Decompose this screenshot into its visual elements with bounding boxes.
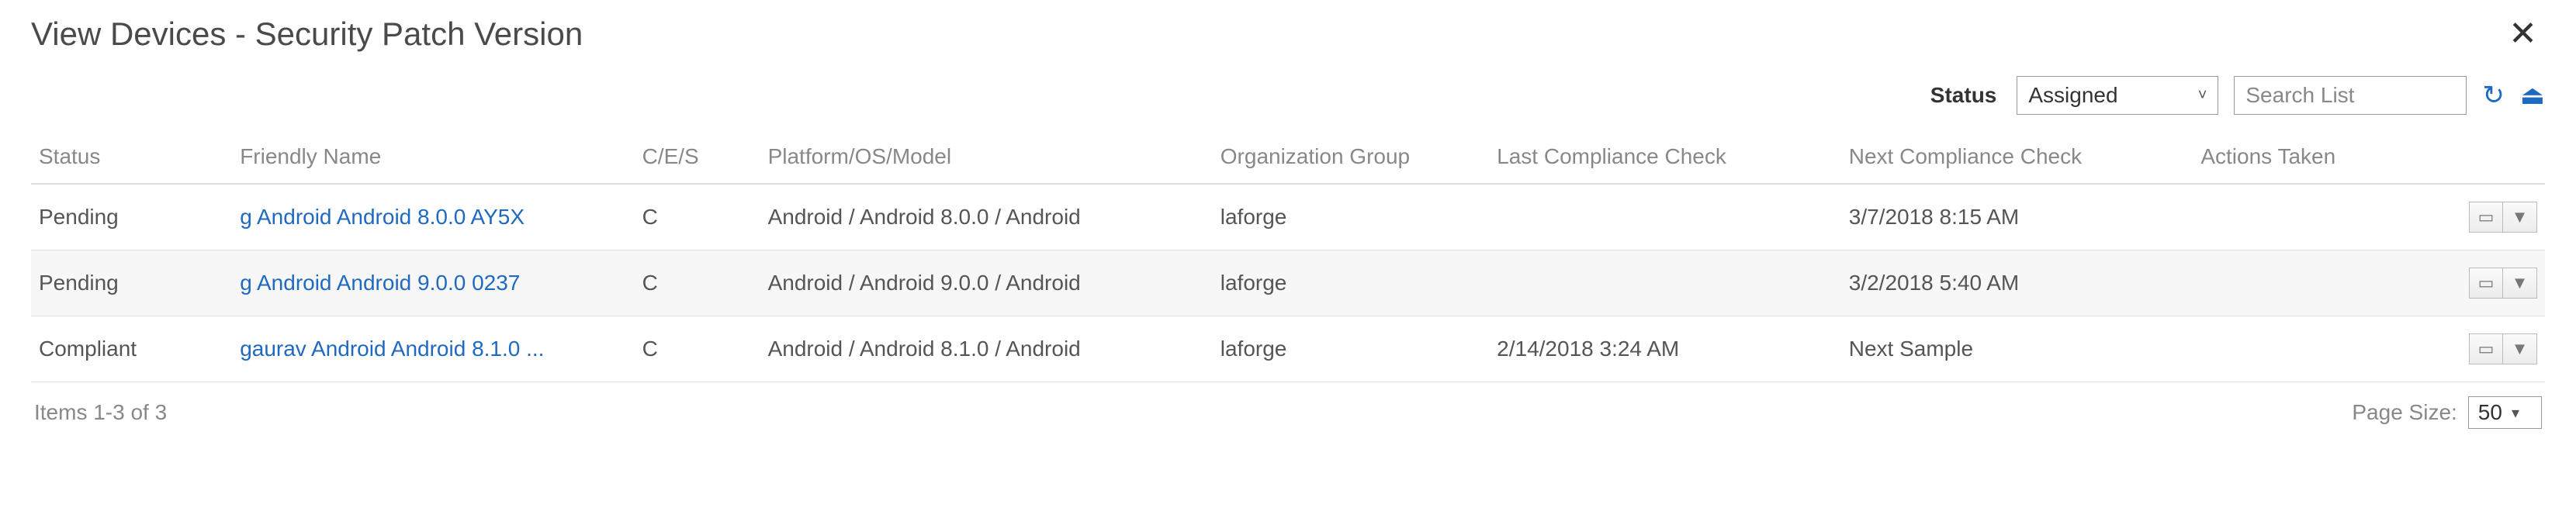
col-actions: Actions Taken bbox=[2193, 130, 2545, 184]
cell-platform: Android / Android 8.1.0 / Android bbox=[760, 316, 1213, 382]
toolbar: Status Assigned ˅ ↻ ⏏ bbox=[31, 76, 2545, 115]
table-row: Compliant gaurav Android Android 8.1.0 ..… bbox=[31, 316, 2545, 382]
col-org-group[interactable]: Organization Group bbox=[1213, 130, 1489, 184]
row-dropdown-button[interactable]: ▼ bbox=[2503, 202, 2537, 233]
export-icon[interactable]: ⏏ bbox=[2520, 82, 2545, 109]
cell-last: 2/14/2018 3:24 AM bbox=[1489, 316, 1841, 382]
col-platform[interactable]: Platform/OS/Model bbox=[760, 130, 1213, 184]
cell-ces: C bbox=[635, 184, 760, 250]
close-icon[interactable]: ✕ bbox=[2501, 17, 2545, 51]
col-last-check[interactable]: Last Compliance Check bbox=[1489, 130, 1841, 184]
status-filter-value: Assigned bbox=[2028, 83, 2117, 108]
search-input[interactable] bbox=[2234, 76, 2467, 115]
row-action-button[interactable]: ▭ bbox=[2469, 202, 2503, 233]
devices-table: Status Friendly Name C/E/S Platform/OS/M… bbox=[31, 130, 2545, 382]
cell-status: Pending bbox=[31, 184, 232, 250]
row-dropdown-button[interactable]: ▼ bbox=[2503, 333, 2537, 364]
cell-next: Next Sample bbox=[1841, 316, 2193, 382]
page-size-label: Page Size: bbox=[2352, 400, 2457, 425]
table-row: Pending g Android Android 9.0.0 0237 CAndr… bbox=[31, 250, 2545, 316]
col-ces[interactable]: C/E/S bbox=[635, 130, 760, 184]
device-link[interactable]: g Android Android 8.0.0 AY5X bbox=[240, 205, 525, 229]
col-status[interactable]: Status bbox=[31, 130, 232, 184]
page-size-value: 50 bbox=[2478, 400, 2502, 425]
cell-org: laforge bbox=[1213, 316, 1489, 382]
cell-last bbox=[1489, 184, 1841, 250]
page-size-select[interactable]: 50 ▾ bbox=[2468, 396, 2542, 429]
chevron-down-icon: ˅ bbox=[2198, 87, 2207, 105]
cell-next: 3/7/2018 8:15 AM bbox=[1841, 184, 2193, 250]
items-count: Items 1-3 of 3 bbox=[34, 400, 167, 425]
cell-status: Pending bbox=[31, 250, 232, 316]
table-row: Pending g Android Android 8.0.0 AY5X CAndr… bbox=[31, 184, 2545, 250]
row-dropdown-button[interactable]: ▼ bbox=[2503, 268, 2537, 299]
status-filter-select[interactable]: Assigned ˅ bbox=[2017, 76, 2218, 115]
cell-platform: Android / Android 9.0.0 / Android bbox=[760, 250, 1213, 316]
row-action-button[interactable]: ▭ bbox=[2469, 333, 2503, 364]
cell-org: laforge bbox=[1213, 250, 1489, 316]
row-action-button[interactable]: ▭ bbox=[2469, 268, 2503, 299]
device-link[interactable]: gaurav Android Android 8.1.0 ... bbox=[240, 337, 544, 361]
cell-ces: C bbox=[635, 316, 760, 382]
device-link[interactable]: g Android Android 9.0.0 0237 bbox=[240, 271, 520, 295]
col-next-check[interactable]: Next Compliance Check bbox=[1841, 130, 2193, 184]
refresh-icon[interactable]: ↻ bbox=[2482, 82, 2505, 109]
chevron-down-icon: ▾ bbox=[2512, 403, 2519, 423]
cell-last bbox=[1489, 250, 1841, 316]
col-friendly-name[interactable]: Friendly Name bbox=[232, 130, 634, 184]
cell-status: Compliant bbox=[31, 316, 232, 382]
page-title: View Devices - Security Patch Version bbox=[31, 16, 583, 53]
status-filter-label: Status bbox=[1930, 83, 1997, 108]
cell-platform: Android / Android 8.0.0 / Android bbox=[760, 184, 1213, 250]
cell-org: laforge bbox=[1213, 184, 1489, 250]
cell-ces: C bbox=[635, 250, 760, 316]
cell-next: 3/2/2018 5:40 AM bbox=[1841, 250, 2193, 316]
